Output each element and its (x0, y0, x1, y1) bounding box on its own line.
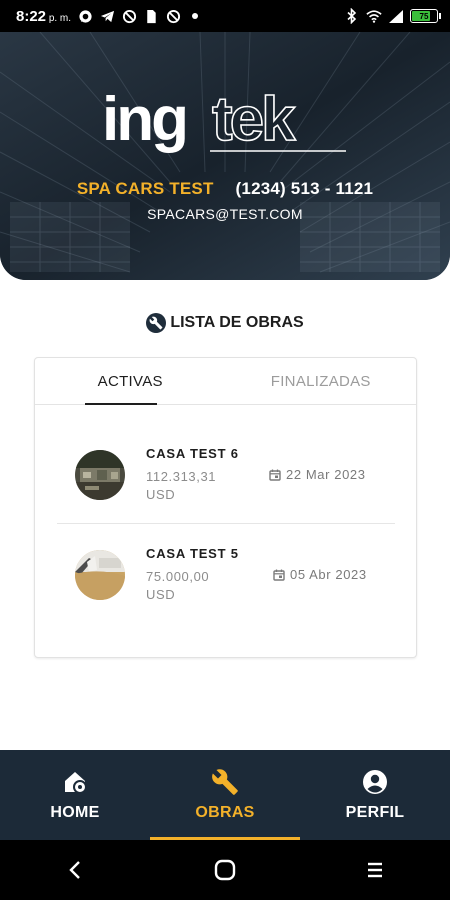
tab-bar: ACTIVAS FINALIZADAS (35, 358, 416, 405)
status-time-value: 8:22 (16, 7, 47, 25)
obra-date: 05 Abr 2023 (273, 567, 367, 582)
nav-perfil[interactable]: PERFIL (300, 750, 450, 840)
obra-date-text: 05 Abr 2023 (290, 567, 367, 582)
list-item[interactable]: CASA TEST 6 112.313,31 USD 22 Mar 2023 (57, 426, 395, 524)
obra-name: CASA TEST 6 (146, 446, 239, 461)
section-title: LISTA DE OBRAS (0, 313, 450, 333)
wifi-icon (366, 8, 382, 24)
signal-icon (388, 8, 404, 24)
battery-icon: 75 (410, 9, 441, 23)
recents-icon (368, 862, 382, 878)
system-nav-bar (0, 840, 450, 900)
obra-date: 22 Mar 2023 (269, 467, 366, 482)
status-bar: 8:22 p. m. 75 (0, 0, 450, 32)
ingtek-logo: ing tek (0, 84, 450, 163)
home-icon (65, 772, 87, 794)
obras-card: ACTIVAS FINALIZADAS CASA TEST 6 112.313,… (34, 357, 417, 658)
nav-obras-label: OBRAS (195, 804, 255, 821)
calendar-icon (269, 469, 281, 481)
home-circle-icon (214, 859, 236, 881)
nav-home[interactable]: HOME (0, 750, 150, 840)
obra-amount: 75.000,00 USD (146, 568, 236, 604)
back-button[interactable] (55, 850, 95, 890)
tab-activas-indicator (85, 403, 157, 405)
blocked-icon (165, 8, 181, 24)
wrench-icon (212, 769, 238, 795)
nav-home-label: HOME (50, 804, 100, 821)
obra-thumbnail (75, 550, 125, 600)
system-home-button[interactable] (205, 850, 245, 890)
bottom-nav: HOME OBRAS PERFIL (0, 750, 450, 840)
status-left: 8:22 p. m. (16, 8, 203, 25)
contact-line: SPA CARS TEST (1234) 513 - 1121 (0, 179, 450, 199)
obra-amount-value: 112.313,31 (146, 469, 217, 484)
account-circle-icon (363, 770, 387, 794)
tab-activas[interactable]: ACTIVAS (35, 358, 226, 405)
battery-level: 75 (419, 11, 429, 21)
sim-icon (143, 8, 159, 24)
whatsapp-icon (77, 8, 93, 24)
company-name: SPA CARS TEST (76, 179, 214, 198)
obra-amount: 112.313,31 USD (146, 468, 236, 504)
nav-obras[interactable]: OBRAS (150, 750, 300, 840)
company-phone[interactable]: (1234) 513 - 1121 (236, 179, 374, 199)
logo-text-tek: tek (212, 88, 296, 154)
recents-button[interactable] (355, 850, 395, 890)
tab-finalizadas[interactable]: FINALIZADAS (226, 358, 417, 404)
status-right: 75 (344, 8, 441, 24)
list-item[interactable]: CASA TEST 5 75.000,00 USD 05 Abr 2023 (57, 526, 395, 624)
blocked-icon (121, 8, 137, 24)
obra-currency: USD (146, 587, 176, 602)
wrench-circle-icon (146, 313, 167, 333)
obra-amount-value: 75.000,00 (146, 569, 210, 584)
bluetooth-icon (344, 8, 360, 24)
header: ing tek SPA CARS TEST (1234) 513 - 1121 … (0, 32, 450, 280)
obra-currency: USD (146, 487, 176, 502)
logo-text-ing: ing (102, 88, 186, 154)
list-divider (57, 523, 395, 524)
obra-thumbnail (75, 450, 125, 500)
nav-perfil-label: PERFIL (345, 804, 405, 821)
back-icon (69, 861, 80, 879)
dot-icon (187, 8, 203, 24)
status-time: 8:22 p. m. (16, 8, 71, 25)
tab-finalizadas-label: FINALIZADAS (270, 372, 371, 390)
tab-activas-label: ACTIVAS (97, 372, 163, 390)
obra-date-text: 22 Mar 2023 (286, 467, 366, 482)
telegram-icon (99, 8, 115, 24)
status-ampm: p. m. (48, 12, 72, 24)
company-email[interactable]: SPACARS@TEST.COM (0, 206, 450, 222)
obra-name: CASA TEST 5 (146, 546, 239, 561)
calendar-icon (273, 569, 285, 581)
section-title-text: LISTA DE OBRAS (170, 314, 304, 331)
